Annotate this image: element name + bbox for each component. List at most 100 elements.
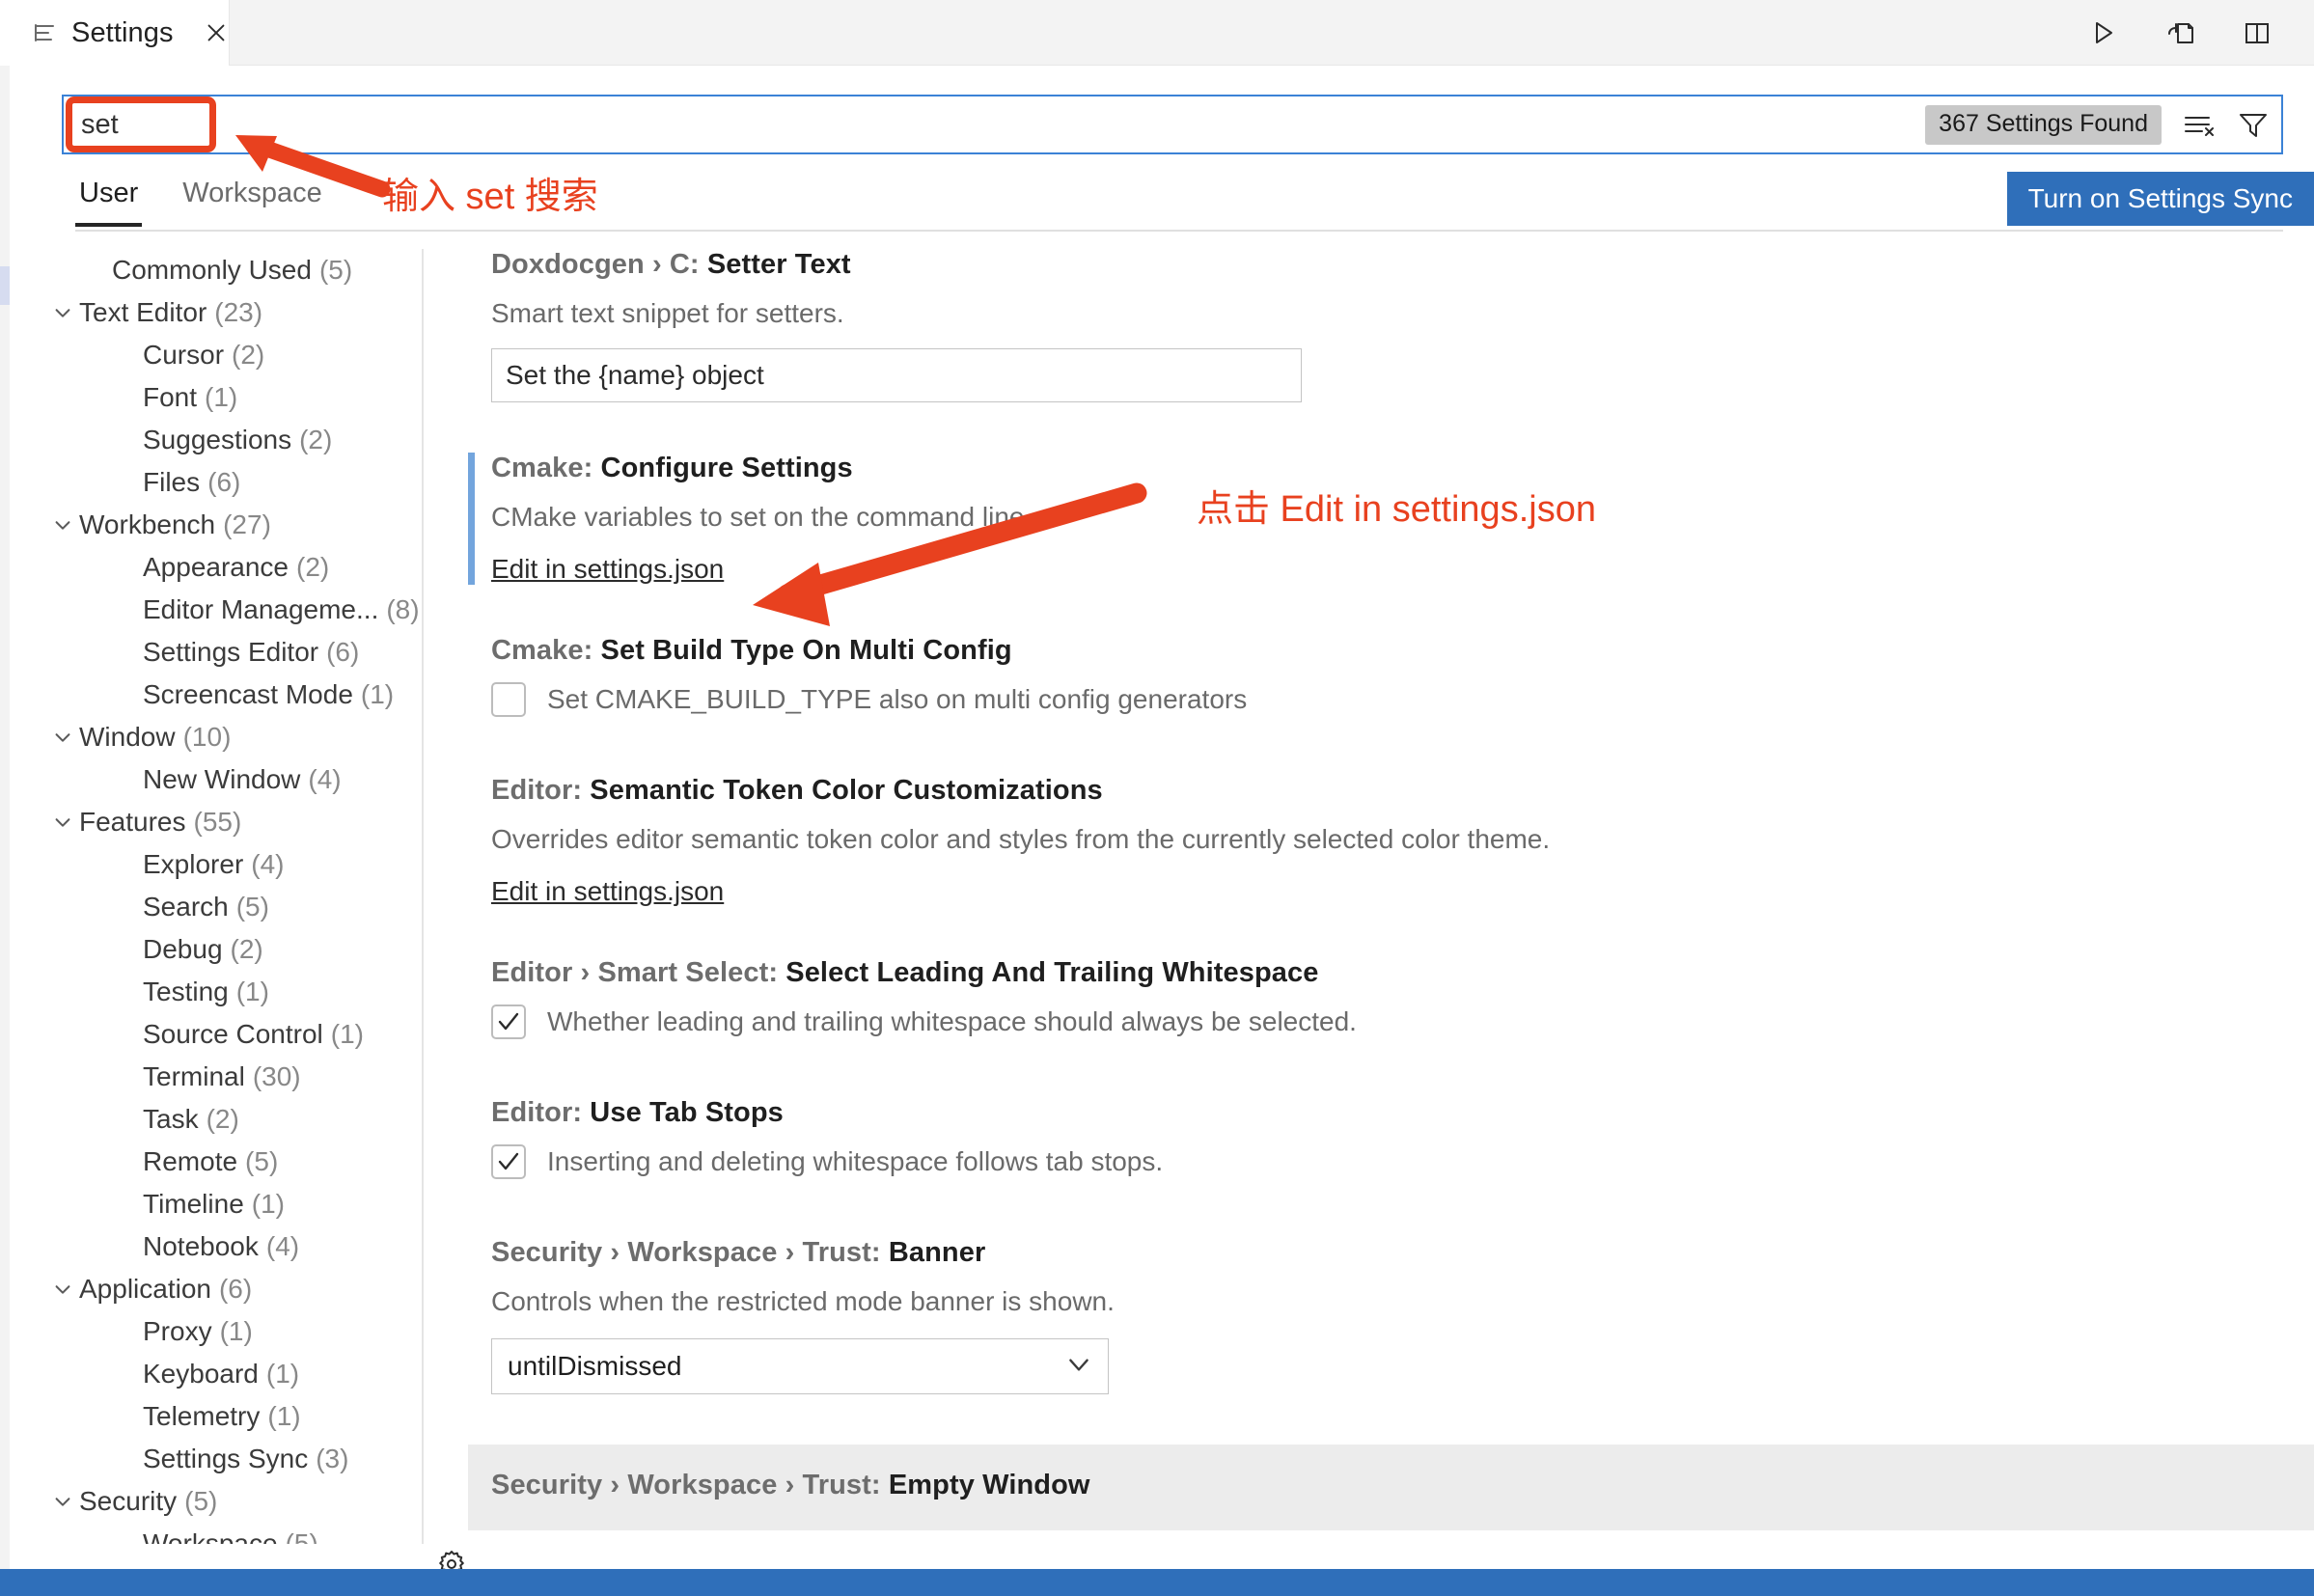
setting-text-input[interactable] [491, 348, 1302, 402]
sidebar-item-settings-sync[interactable]: Settings Sync(3) [10, 1438, 422, 1480]
setting-spacer [468, 907, 2314, 957]
chevron-down-icon [1065, 1351, 1092, 1383]
sidebar-item-files[interactable]: Files(6) [10, 461, 422, 504]
sidebar-item-editor-manageme[interactable]: Editor Manageme...(8) [10, 589, 422, 631]
chevron-down-icon[interactable] [46, 801, 79, 843]
turn-on-settings-sync-button[interactable]: Turn on Settings Sync [2007, 172, 2314, 226]
sidebar-item-suggestions[interactable]: Suggestions(2) [10, 419, 422, 461]
setting-row[interactable]: Cmake: Configure SettingsCMake variables… [468, 453, 2314, 585]
sidebar-item-task[interactable]: Task(2) [10, 1098, 422, 1141]
sidebar-item-count: (5) [236, 892, 269, 922]
sidebar-item-label: Workbench [79, 509, 215, 540]
sidebar-item-count: (1) [331, 1019, 364, 1050]
setting-checkbox-row[interactable]: Inserting and deleting whitespace follow… [491, 1144, 2314, 1179]
sidebar-item-remote[interactable]: Remote(5) [10, 1141, 422, 1183]
search-input[interactable] [81, 96, 1915, 152]
chevron-down-icon[interactable] [46, 1480, 79, 1523]
sidebar-item-text-editor[interactable]: Text Editor(23) [10, 291, 422, 334]
results-count-badge: 367 Settings Found [1925, 105, 2162, 145]
sidebar-item-count: (8) [386, 594, 419, 625]
setting-checkbox-row[interactable]: Whether leading and trailing whitespace … [491, 1004, 2314, 1039]
sidebar-item-workspace[interactable]: Workspace(5) [10, 1523, 422, 1544]
chevron-down-icon[interactable] [46, 291, 79, 334]
setting-row[interactable]: Cmake: Set Build Type On Multi Config Set… [468, 635, 2314, 717]
sidebar-item-debug[interactable]: Debug(2) [10, 928, 422, 971]
tab-user[interactable]: User [75, 172, 142, 227]
sidebar-item-count: (10) [183, 722, 232, 753]
setting-dropdown[interactable]: untilDismissed [491, 1338, 1109, 1394]
filter-icon[interactable] [2237, 110, 2270, 139]
sidebar-item-security[interactable]: Security(5) [10, 1480, 422, 1523]
setting-title-name: Select Leading And Trailing Whitespace [785, 957, 1318, 988]
tree-indent [110, 461, 143, 504]
sidebar-item-application[interactable]: Application(6) [10, 1268, 422, 1310]
sidebar-item-label: Terminal [143, 1061, 245, 1092]
setting-spacer [468, 1394, 2314, 1445]
run-icon[interactable] [2086, 16, 2119, 49]
sidebar-item-proxy[interactable]: Proxy(1) [10, 1310, 422, 1353]
setting-row[interactable]: Security › Workspace › Trust: Empty Wind… [468, 1445, 2314, 1530]
sidebar-item-testing[interactable]: Testing(1) [10, 971, 422, 1013]
sidebar-item-features[interactable]: Features(55) [10, 801, 422, 843]
sidebar-item-count: (5) [286, 1528, 318, 1544]
settings-search-row: 367 Settings Found [62, 95, 2283, 154]
setting-row[interactable]: Editor: Semantic Token Color Customizati… [468, 775, 2314, 907]
tree-indent [110, 1523, 143, 1544]
settings-toc-tree[interactable]: Commonly Used(5)Text Editor(23)Cursor(2)… [10, 249, 422, 1544]
setting-title-prefix: Doxdocgen › C: [491, 249, 707, 280]
sidebar-item-font[interactable]: Font(1) [10, 376, 422, 419]
setting-checkbox-label: Inserting and deleting whitespace follow… [547, 1146, 1163, 1177]
checkbox-checked-icon[interactable] [491, 1004, 526, 1039]
setting-title: Editor: Semantic Token Color Customizati… [491, 775, 2314, 807]
tree-indent [110, 1098, 143, 1141]
setting-title-name: Semantic Token Color Customizations [590, 775, 1102, 806]
sidebar-item-telemetry[interactable]: Telemetry(1) [10, 1395, 422, 1438]
sidebar-item-appearance[interactable]: Appearance(2) [10, 546, 422, 589]
setting-checkbox-row[interactable]: Set CMAKE_BUILD_TYPE also on multi confi… [491, 682, 2314, 717]
sidebar-item-count: (2) [299, 425, 332, 455]
tab-label: Settings [71, 17, 174, 49]
sidebar-item-count: (2) [232, 340, 264, 371]
chevron-down-icon[interactable] [46, 1268, 79, 1310]
sidebar-item-workbench[interactable]: Workbench (27) [10, 504, 422, 546]
sidebar-item-count: (4) [251, 849, 284, 880]
checkbox-checked-icon[interactable] [491, 1144, 526, 1179]
chevron-down-icon[interactable] [46, 716, 79, 758]
sidebar-item-count: (5) [245, 1146, 278, 1177]
tab-settings[interactable]: Settings [0, 0, 230, 66]
sidebar-divider [422, 249, 424, 1544]
checkbox-unchecked-icon[interactable] [491, 682, 526, 717]
setting-title: Cmake: Set Build Type On Multi Config [491, 635, 2314, 667]
setting-row[interactable]: Editor: Use Tab StopsInserting and delet… [468, 1097, 2314, 1179]
tree-indent [110, 1056, 143, 1098]
setting-row[interactable]: Doxdocgen › C: Setter TextSmart text sni… [468, 249, 2314, 402]
settings-search-box[interactable]: 367 Settings Found [62, 95, 2283, 154]
sidebar-item-terminal[interactable]: Terminal(30) [10, 1056, 422, 1098]
split-editor-icon[interactable] [2241, 16, 2273, 49]
edit-in-settings-json-link[interactable]: Edit in settings.json [491, 876, 724, 907]
sidebar-item-keyboard[interactable]: Keyboard(1) [10, 1353, 422, 1395]
chevron-down-icon[interactable] [46, 504, 79, 546]
edit-in-settings-json-link[interactable]: Edit in settings.json [491, 554, 724, 585]
settings-list[interactable]: Doxdocgen › C: Setter TextSmart text sni… [468, 249, 2314, 1544]
sidebar-item-commonly-used[interactable]: Commonly Used(5) [10, 249, 422, 291]
tab-bar-empty-space [230, 0, 2086, 65]
clear-search-results-icon[interactable] [2183, 110, 2216, 139]
setting-row[interactable]: Security › Workspace › Trust: BannerCont… [468, 1237, 2314, 1394]
sidebar-item-source-control[interactable]: Source Control(1) [10, 1013, 422, 1056]
sidebar-item-timeline[interactable]: Timeline(1) [10, 1183, 422, 1225]
sidebar-item-explorer[interactable]: Explorer(4) [10, 843, 422, 886]
sidebar-item-window[interactable]: Window(10) [10, 716, 422, 758]
sidebar-item-cursor[interactable]: Cursor(2) [10, 334, 422, 376]
setting-row[interactable]: Editor › Smart Select: Select Leading An… [468, 957, 2314, 1039]
setting-description: Smart text snippet for setters. [491, 298, 2314, 329]
tab-workspace[interactable]: Workspace [179, 172, 326, 227]
sidebar-item-settings-editor[interactable]: Settings Editor(6) [10, 631, 422, 674]
sidebar-item-new-window[interactable]: New Window(4) [10, 758, 422, 801]
open-changes-icon[interactable] [2163, 16, 2196, 49]
sidebar-item-search[interactable]: Search(5) [10, 886, 422, 928]
sidebar-item-notebook[interactable]: Notebook(4) [10, 1225, 422, 1268]
sidebar-item-screencast-mode[interactable]: Screencast Mode(1) [10, 674, 422, 716]
sidebar-item-count: (27) [223, 509, 271, 540]
close-icon[interactable] [203, 18, 230, 47]
